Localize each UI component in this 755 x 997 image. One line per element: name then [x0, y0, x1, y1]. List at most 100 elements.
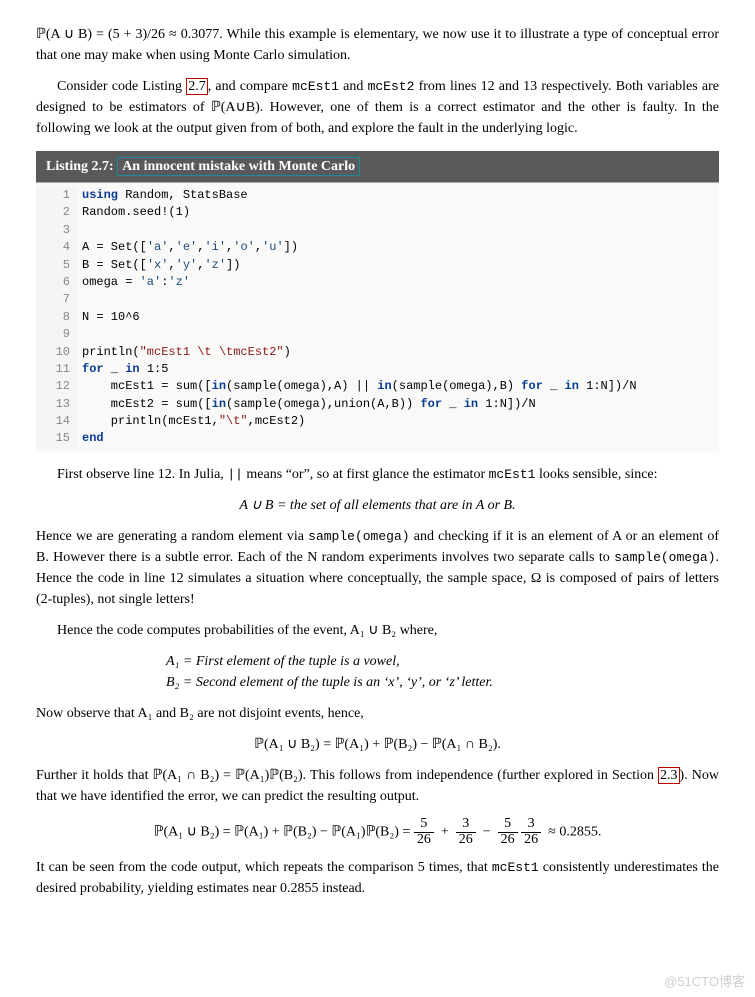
- numerator: 5: [498, 817, 518, 833]
- line-number: 6: [36, 274, 78, 291]
- code-mcest1: mcEst1: [489, 467, 536, 482]
- line-number: 7: [36, 291, 78, 308]
- equation: A ∪ B = the set of all elements that are…: [239, 498, 515, 513]
- math-final-calc: ℙ(A₁ ∪ B₂) = ℙ(A₁) + ℙ(B₂) − ℙ(A₁)ℙ(B₂) …: [36, 817, 719, 847]
- code-content: println(mcEst1,"\t",mcEst2): [78, 413, 719, 430]
- text: Now observe that A₁ and B₂ are not disjo…: [36, 706, 364, 721]
- listing-title-link[interactable]: An innocent mistake with Monte Carlo: [117, 157, 360, 176]
- equation-approx: ≈ 0.2855.: [548, 824, 601, 839]
- fraction-3-26: 326: [456, 817, 476, 847]
- code-line: 2Random.seed!(1): [36, 204, 719, 221]
- code-line: 11for _ in 1:5: [36, 361, 719, 378]
- listing-body: 1using Random, StatsBase2Random.seed!(1)…: [36, 182, 719, 452]
- line-number: 12: [36, 378, 78, 395]
- text: and: [339, 79, 368, 94]
- code-line: 3: [36, 222, 719, 239]
- denominator: 26: [498, 833, 518, 848]
- paragraph-subtle-error: Hence we are generating a random element…: [36, 526, 719, 610]
- line-number: 11: [36, 361, 78, 378]
- code-line: 8N = 10^6: [36, 309, 719, 326]
- line-number: 10: [36, 344, 78, 361]
- code-mcest1: mcEst1: [492, 860, 539, 875]
- code-listing-2-7: Listing 2.7: An innocent mistake with Mo…: [36, 151, 719, 452]
- fraction-5-26: 526: [414, 817, 434, 847]
- def-a1: A₁ = First element of the tuple is a vow…: [166, 654, 400, 669]
- code-line: 1using Random, StatsBase: [36, 187, 719, 204]
- code-content: Random.seed!(1): [78, 204, 719, 221]
- code-content: N = 10^6: [78, 309, 719, 326]
- code-line: 15end: [36, 430, 719, 447]
- code-sample-omega: sample(omega): [614, 550, 715, 565]
- code-content: println("mcEst1 \t \tmcEst2"): [78, 344, 719, 361]
- watermark: @51CTO博客: [664, 972, 745, 992]
- code-line: 9: [36, 326, 719, 343]
- text: means “or”, so at first glance the estim…: [243, 467, 489, 482]
- paragraph-conclusion: It can be seen from the code output, whi…: [36, 857, 719, 899]
- def-a1-b2: A₁ = First element of the tuple is a vow…: [166, 651, 719, 693]
- paragraph-consider: Consider code Listing 2.7, and compare m…: [36, 76, 719, 139]
- math-inclusion-exclusion: ℙ(A₁ ∪ B₂) = ℙ(A₁) + ℙ(B₂) − ℙ(A₁ ∩ B₂).: [36, 734, 719, 755]
- text: , and compare: [208, 79, 292, 94]
- listing-label: Listing 2.7:: [46, 159, 114, 174]
- code-mcest1: mcEst1: [292, 79, 339, 94]
- code-line: 5B = Set(['x','y','z']): [36, 257, 719, 274]
- code-oror: ||: [227, 467, 243, 482]
- code-content: [78, 326, 719, 343]
- ref-listing-2-7[interactable]: 2.7: [186, 78, 208, 95]
- line-number: 8: [36, 309, 78, 326]
- ref-section-2-3[interactable]: 2.3: [658, 767, 680, 784]
- line-number: 4: [36, 239, 78, 256]
- line-number: 1: [36, 187, 78, 204]
- paragraph-not-disjoint: Now observe that A₁ and B₂ are not disjo…: [36, 703, 719, 724]
- code-content: [78, 291, 719, 308]
- code-table: 1using Random, StatsBase2Random.seed!(1)…: [36, 187, 719, 448]
- numerator: 3: [521, 817, 541, 833]
- text: ℙ(A ∪ B) = (5 + 3)/26 ≈ 0.3077. While th…: [36, 27, 719, 63]
- text: First observe line 12. In Julia,: [57, 467, 227, 482]
- denominator: 26: [456, 833, 476, 848]
- text: Hence the code computes probabilities of…: [57, 623, 437, 638]
- code-content: A = Set(['a','e','i','o','u']): [78, 239, 719, 256]
- paragraph-intro: ℙ(A ∪ B) = (5 + 3)/26 ≈ 0.3077. While th…: [36, 24, 719, 66]
- code-content: omega = 'a':'z': [78, 274, 719, 291]
- code-line: 10println("mcEst1 \t \tmcEst2"): [36, 344, 719, 361]
- fraction-5-26b: 526: [498, 817, 518, 847]
- text: Hence we are generating a random element…: [36, 529, 308, 544]
- math-aub-def: A ∪ B = the set of all elements that are…: [36, 495, 719, 516]
- code-content: mcEst1 = sum([in(sample(omega),A) || in(…: [78, 378, 719, 395]
- fraction-3-26b: 326: [521, 817, 541, 847]
- code-line: 6omega = 'a':'z': [36, 274, 719, 291]
- line-number: 5: [36, 257, 78, 274]
- text: Further it holds that ℙ(A₁ ∩ B₂) = ℙ(A₁)…: [36, 768, 658, 783]
- code-sample-omega: sample(omega): [308, 529, 409, 544]
- code-line: 12 mcEst1 = sum([in(sample(omega),A) || …: [36, 378, 719, 395]
- listing-header: Listing 2.7: An innocent mistake with Mo…: [36, 151, 719, 182]
- denominator: 26: [414, 833, 434, 848]
- code-content: for _ in 1:5: [78, 361, 719, 378]
- numerator: 3: [456, 817, 476, 833]
- paragraph-hence: Hence the code computes probabilities of…: [36, 620, 719, 641]
- line-number: 15: [36, 430, 78, 447]
- code-content: end: [78, 430, 719, 447]
- paragraph-independence: Further it holds that ℙ(A₁ ∩ B₂) = ℙ(A₁)…: [36, 765, 719, 807]
- code-content: [78, 222, 719, 239]
- line-number: 2: [36, 204, 78, 221]
- code-content: B = Set(['x','y','z']): [78, 257, 719, 274]
- code-line: 4A = Set(['a','e','i','o','u']): [36, 239, 719, 256]
- equation: ℙ(A₁ ∪ B₂) = ℙ(A₁) + ℙ(B₂) − ℙ(A₁ ∩ B₂).: [254, 737, 501, 752]
- paragraph-observe12: First observe line 12. In Julia, || mean…: [36, 464, 719, 485]
- code-line: 13 mcEst2 = sum([in(sample(omega),union(…: [36, 396, 719, 413]
- code-mcest2: mcEst2: [368, 79, 415, 94]
- line-number: 14: [36, 413, 78, 430]
- line-number: 13: [36, 396, 78, 413]
- code-line: 14 println(mcEst1,"\t",mcEst2): [36, 413, 719, 430]
- code-line: 7: [36, 291, 719, 308]
- denominator: 26: [521, 833, 541, 848]
- line-number: 3: [36, 222, 78, 239]
- text: looks sensible, since:: [535, 467, 657, 482]
- line-number: 9: [36, 326, 78, 343]
- code-content: using Random, StatsBase: [78, 187, 719, 204]
- numerator: 5: [414, 817, 434, 833]
- text: Consider code Listing: [57, 79, 186, 94]
- text: It can be seen from the code output, whi…: [36, 860, 492, 875]
